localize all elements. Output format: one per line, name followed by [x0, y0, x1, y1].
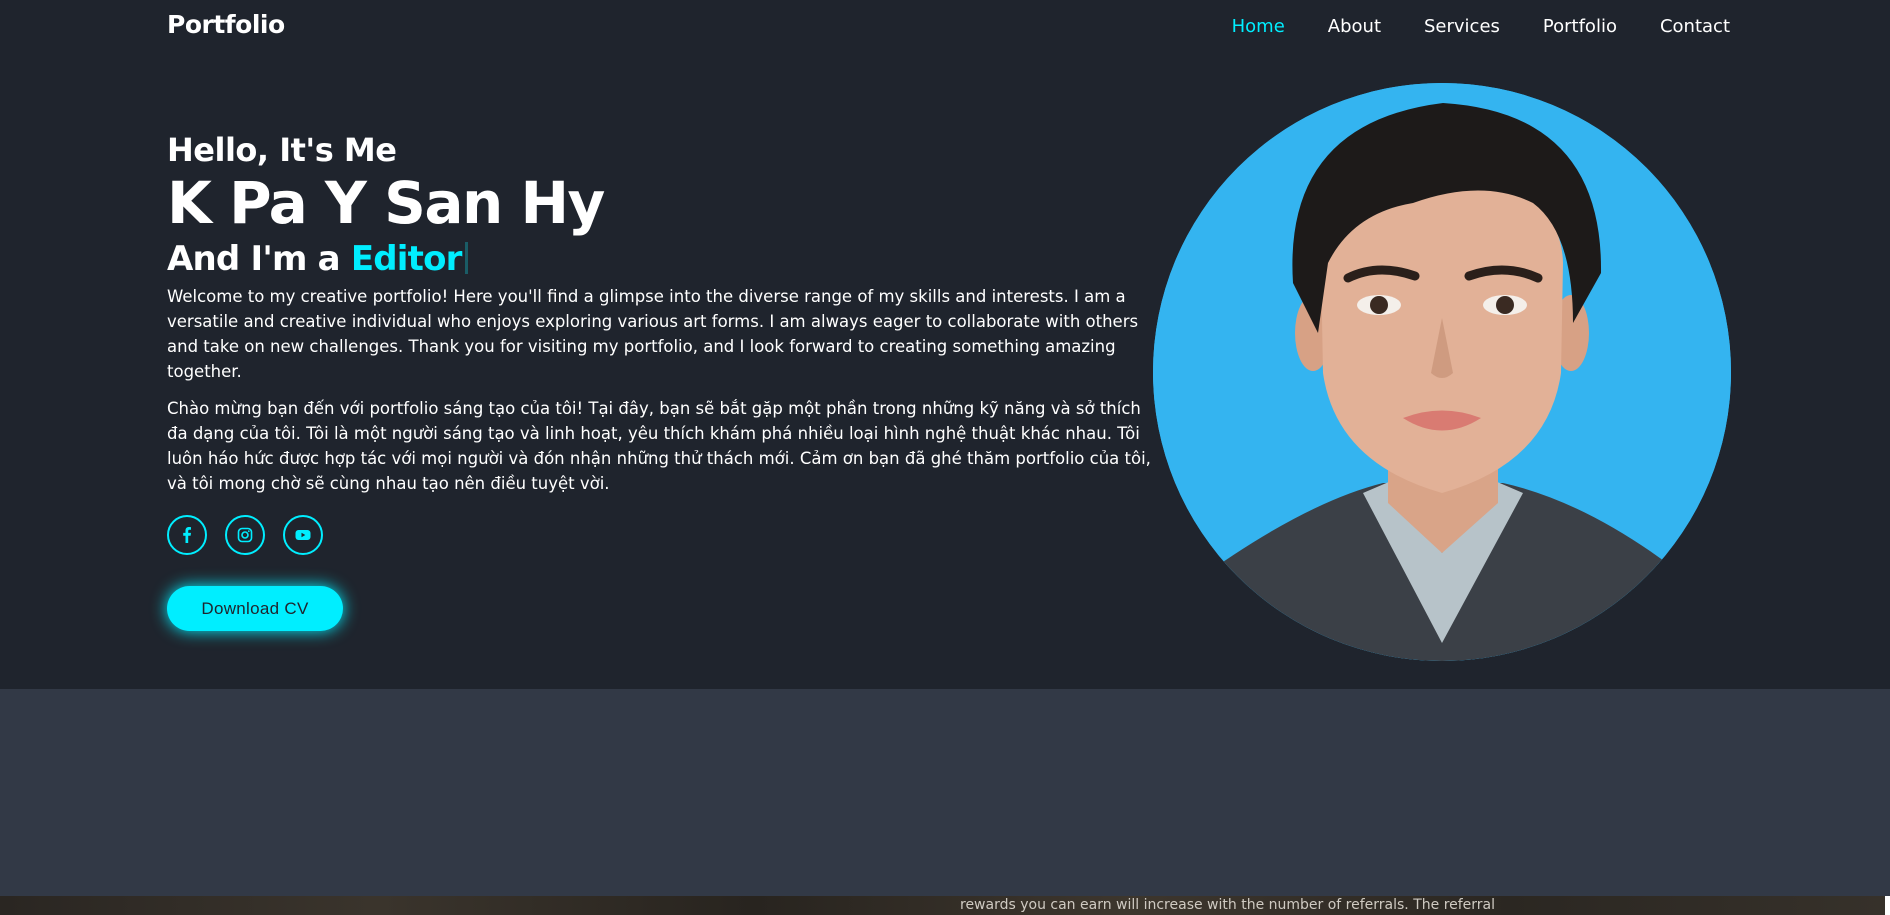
- greeting: Hello, It's Me: [167, 131, 397, 169]
- partial-section-text: rewards you can earn will increase with …: [960, 897, 1496, 913]
- social-links: [167, 515, 323, 555]
- nav-portfolio[interactable]: Portfolio: [1543, 16, 1617, 37]
- role-prefix: And I'm a: [167, 239, 351, 279]
- instagram-link[interactable]: [225, 515, 265, 555]
- nav-contact[interactable]: Contact: [1660, 16, 1730, 37]
- site-header: Portfolio Home About Services Portfolio …: [0, 0, 1890, 55]
- nav-home[interactable]: Home: [1232, 16, 1285, 37]
- hero-section: Hello, It's Me K Pa Y San Hy And I'm a E…: [0, 55, 1890, 689]
- portrait-illustration: [1153, 83, 1731, 661]
- profile-photo: [1153, 83, 1731, 661]
- role-highlight: Editor: [350, 239, 463, 279]
- scrollbar[interactable]: [1885, 896, 1890, 915]
- intro-vietnamese: Chào mừng bạn đến với portfolio sáng tạo…: [167, 399, 1151, 493]
- role-line: And I'm a Editor: [167, 236, 1157, 282]
- youtube-link[interactable]: [283, 515, 323, 555]
- next-section: [0, 689, 1890, 896]
- hero-name: K Pa Y San Hy: [167, 169, 605, 237]
- facebook-link[interactable]: [167, 515, 207, 555]
- hero-text: Hello, It's Me K Pa Y San Hy And I'm a E…: [167, 130, 1157, 496]
- instagram-icon: [237, 527, 253, 543]
- main-nav: Home About Services Portfolio Contact: [1232, 16, 1730, 37]
- logo[interactable]: Portfolio: [167, 10, 285, 39]
- youtube-icon: [295, 530, 311, 540]
- download-cv-button[interactable]: Download CV: [167, 586, 343, 631]
- facebook-icon: [183, 527, 191, 543]
- nav-about[interactable]: About: [1328, 16, 1381, 37]
- partial-section-background: rewards you can earn will increase with …: [0, 896, 1885, 915]
- typing-caret: [464, 242, 468, 274]
- intro-english: Welcome to my creative portfolio! Here y…: [167, 287, 1139, 381]
- nav-services[interactable]: Services: [1424, 16, 1500, 37]
